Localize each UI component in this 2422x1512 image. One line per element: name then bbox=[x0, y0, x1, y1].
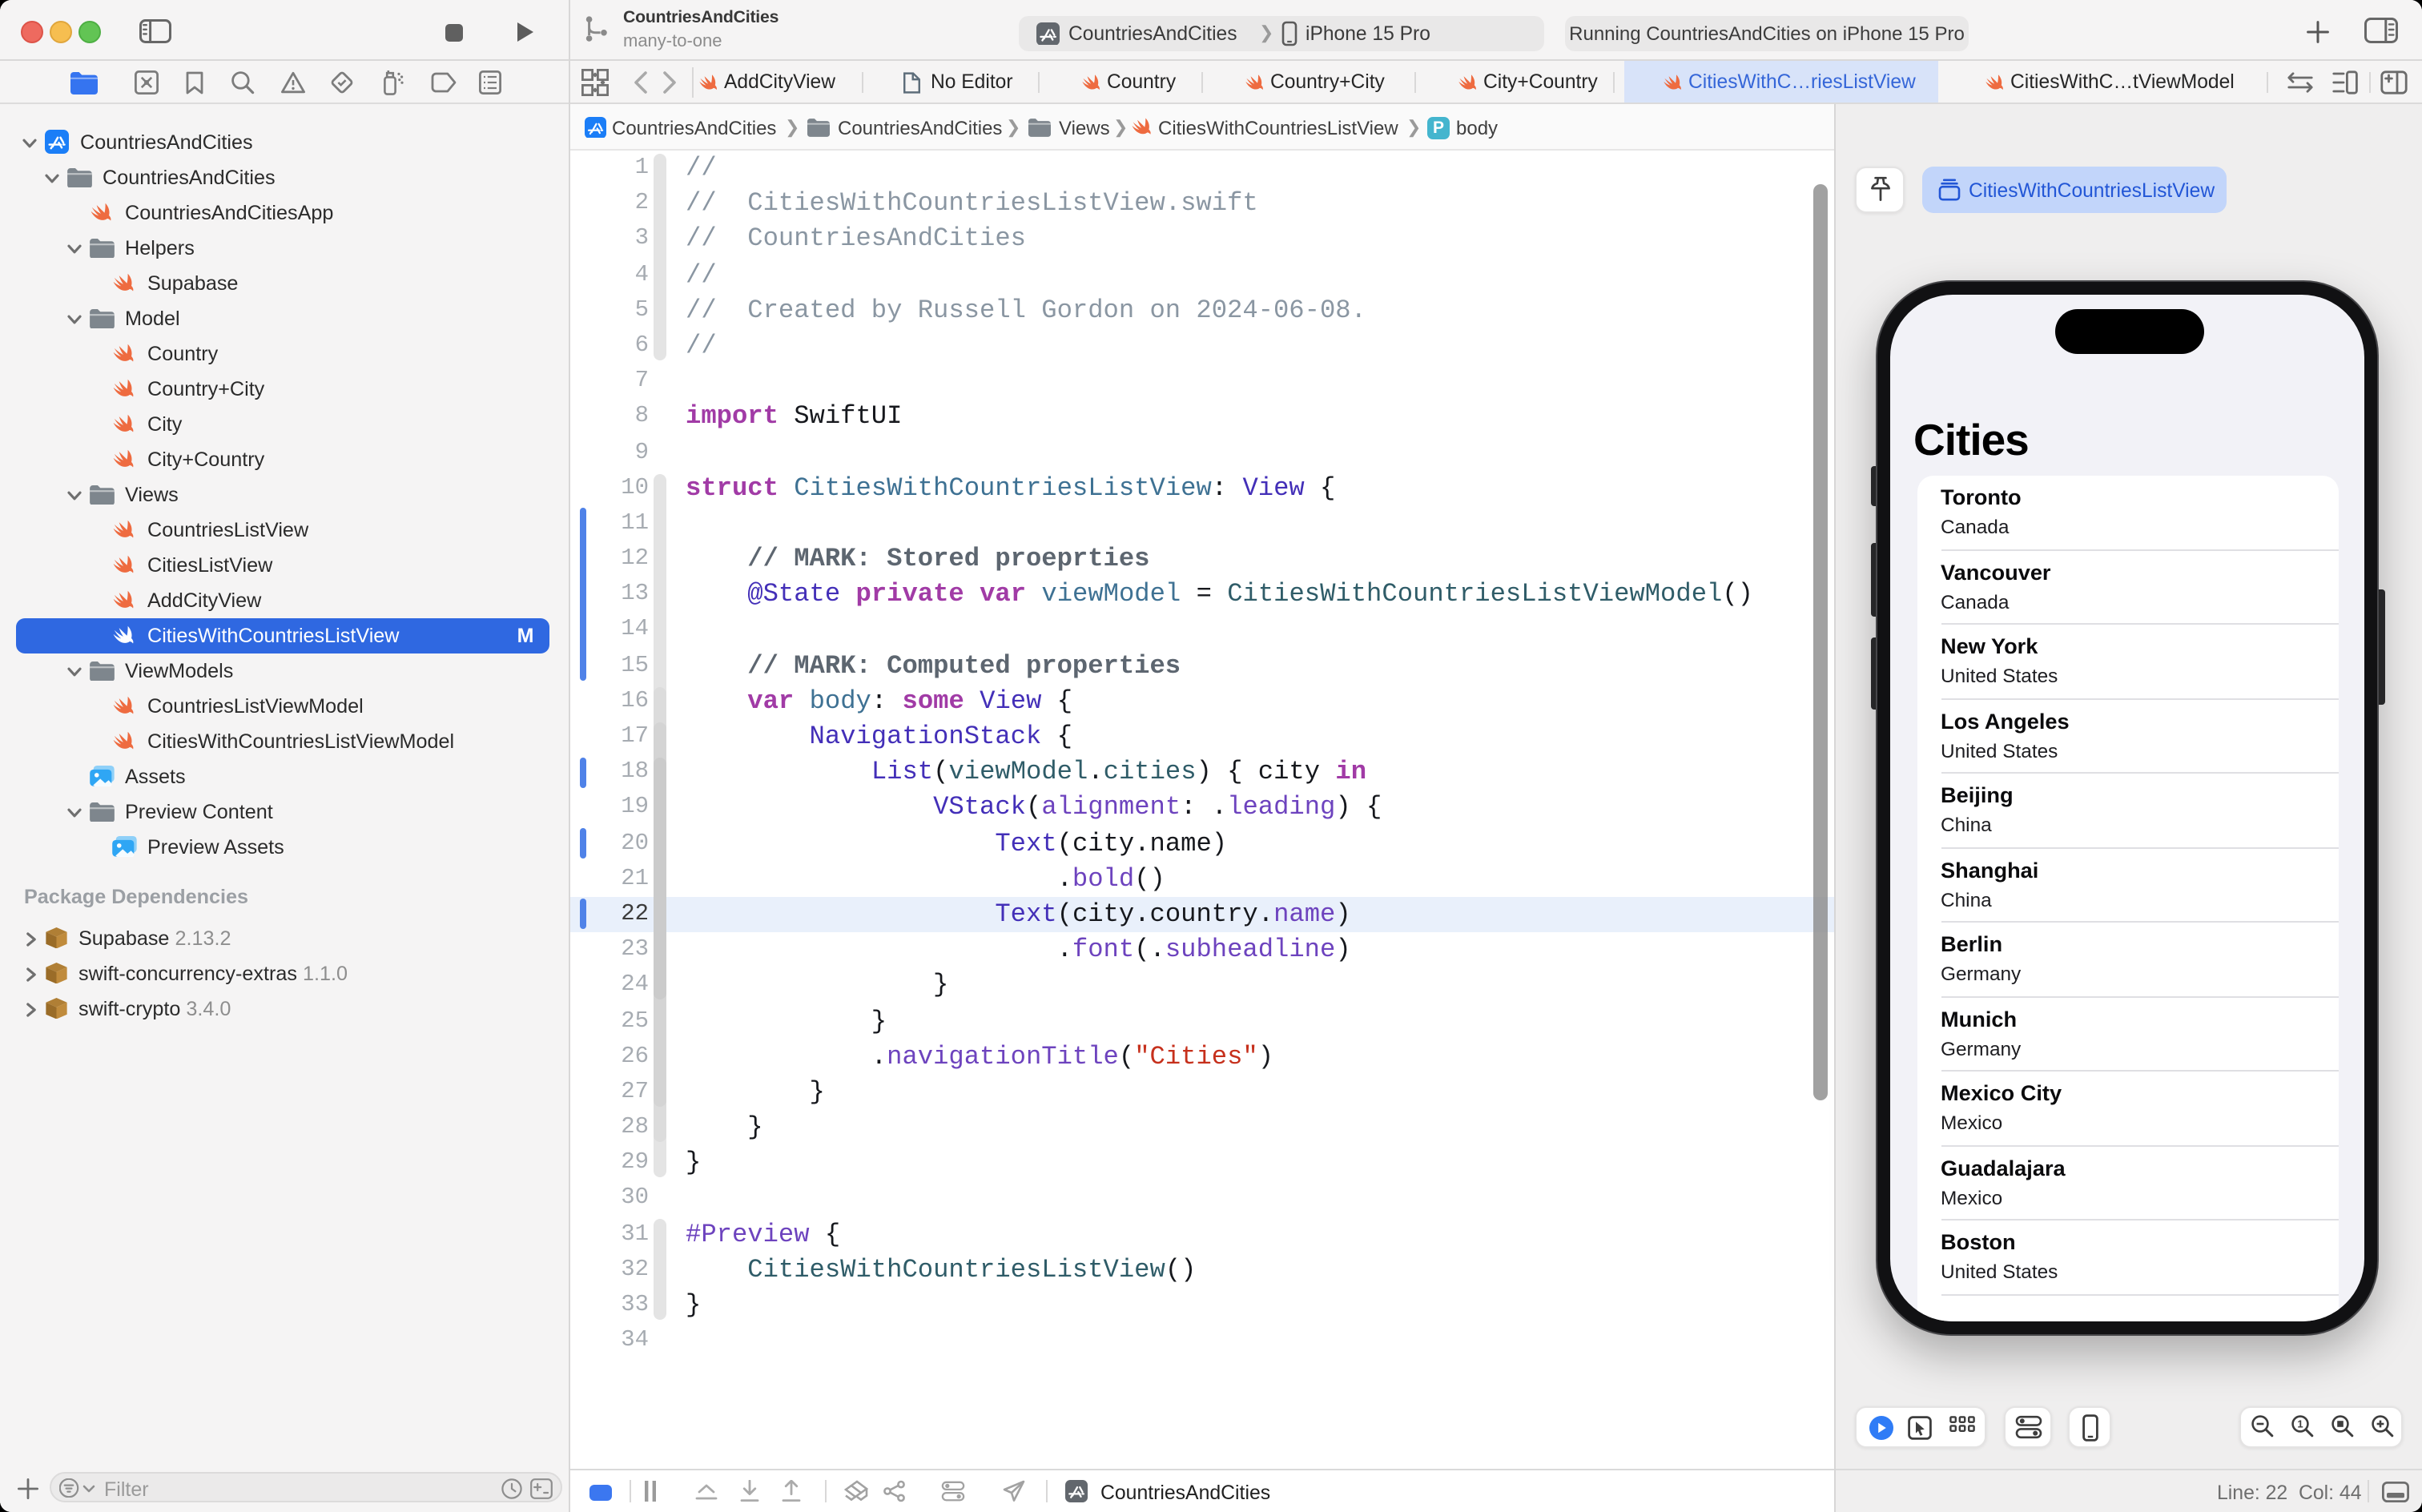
svg-text:1: 1 bbox=[2297, 1418, 2303, 1430]
